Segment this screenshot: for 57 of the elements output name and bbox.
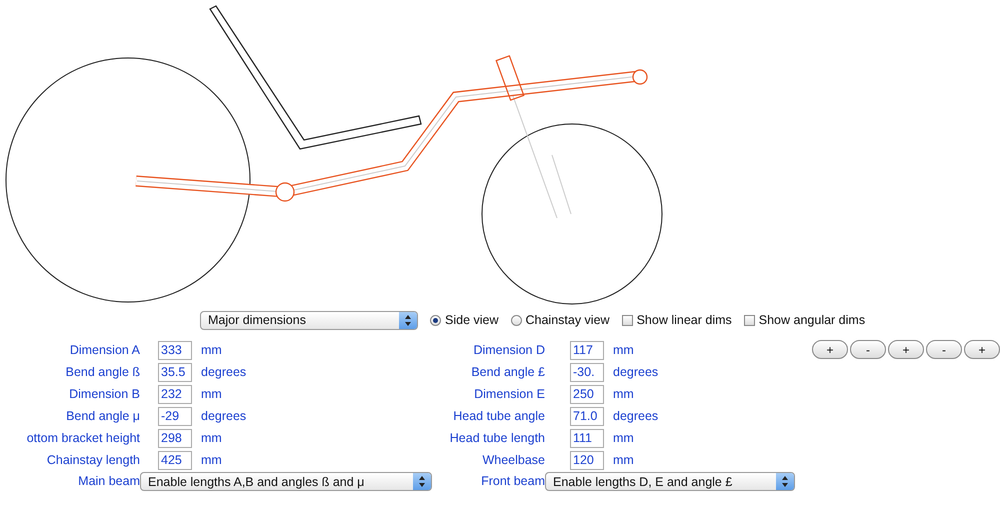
- field-label: Dimension B: [69, 387, 140, 401]
- step-button[interactable]: +: [888, 340, 924, 359]
- beam-dropdown[interactable]: Enable lengths D, E and angle £: [545, 472, 795, 491]
- unit-label: mm: [201, 431, 223, 445]
- unit-label: mm: [201, 387, 223, 401]
- option-label: Show angular dims: [758, 313, 866, 327]
- unit-label: degrees: [613, 409, 660, 423]
- step-button[interactable]: -: [926, 340, 962, 359]
- field-label: Head tube length: [450, 431, 545, 445]
- number-field[interactable]: 298: [158, 428, 192, 448]
- stepper-icon: [776, 473, 794, 490]
- number-field[interactable]: 120: [570, 450, 604, 470]
- step-button[interactable]: +: [812, 340, 848, 359]
- field-label: ottom bracket height: [26, 431, 140, 445]
- checkbox[interactable]: [622, 314, 633, 326]
- checkbox[interactable]: [744, 314, 755, 326]
- unit-label: degrees: [201, 365, 248, 379]
- step-button[interactable]: +: [964, 340, 1000, 359]
- step-button[interactable]: -: [850, 340, 886, 359]
- stepper-icon: [413, 473, 431, 490]
- number-field[interactable]: 71.0: [570, 406, 604, 426]
- number-field[interactable]: 117: [570, 340, 604, 360]
- beam-dropdown[interactable]: Enable lengths A,B and angles ß and μ: [140, 472, 432, 491]
- number-field[interactable]: -30.: [570, 362, 604, 382]
- option-label: Show linear dims: [636, 313, 732, 327]
- field-label: Dimension D: [473, 343, 545, 357]
- number-field[interactable]: 232: [158, 384, 192, 404]
- unit-label: mm: [201, 343, 223, 357]
- stepper-icon: [399, 312, 417, 328]
- unit-label: degrees: [201, 409, 248, 423]
- field-label: Front beam: [481, 474, 545, 488]
- view-dropdown[interactable]: Major dimensions: [200, 310, 418, 330]
- number-field[interactable]: 333: [158, 340, 192, 360]
- unit-label: mm: [613, 431, 635, 445]
- field-label: Head tube angle: [453, 409, 545, 423]
- field-label: Dimension E: [474, 387, 545, 401]
- field-label: Bend angle μ: [66, 409, 140, 423]
- field-label: Bend angle ß: [66, 365, 140, 379]
- unit-label: degrees: [613, 365, 660, 379]
- field-label: Chainstay length: [46, 453, 140, 467]
- number-field[interactable]: 35.5: [158, 362, 192, 382]
- field-label: Main beam: [78, 474, 140, 488]
- radio-button[interactable]: [430, 314, 441, 326]
- number-field[interactable]: 425: [158, 450, 192, 470]
- radio-button[interactable]: [510, 314, 522, 326]
- unit-label: mm: [613, 453, 635, 467]
- unit-label: mm: [613, 343, 635, 357]
- field-label: Dimension A: [70, 343, 140, 357]
- option-label: Side view: [445, 313, 498, 327]
- unit-label: mm: [613, 387, 635, 401]
- number-field[interactable]: 111: [570, 428, 604, 448]
- field-label: Bend angle £: [471, 365, 545, 379]
- field-label: Wheelbase: [482, 453, 545, 467]
- unit-label: mm: [201, 453, 223, 467]
- number-field[interactable]: 250: [570, 384, 604, 404]
- option-label: Chainstay view: [526, 313, 610, 327]
- number-field[interactable]: -29: [158, 406, 192, 426]
